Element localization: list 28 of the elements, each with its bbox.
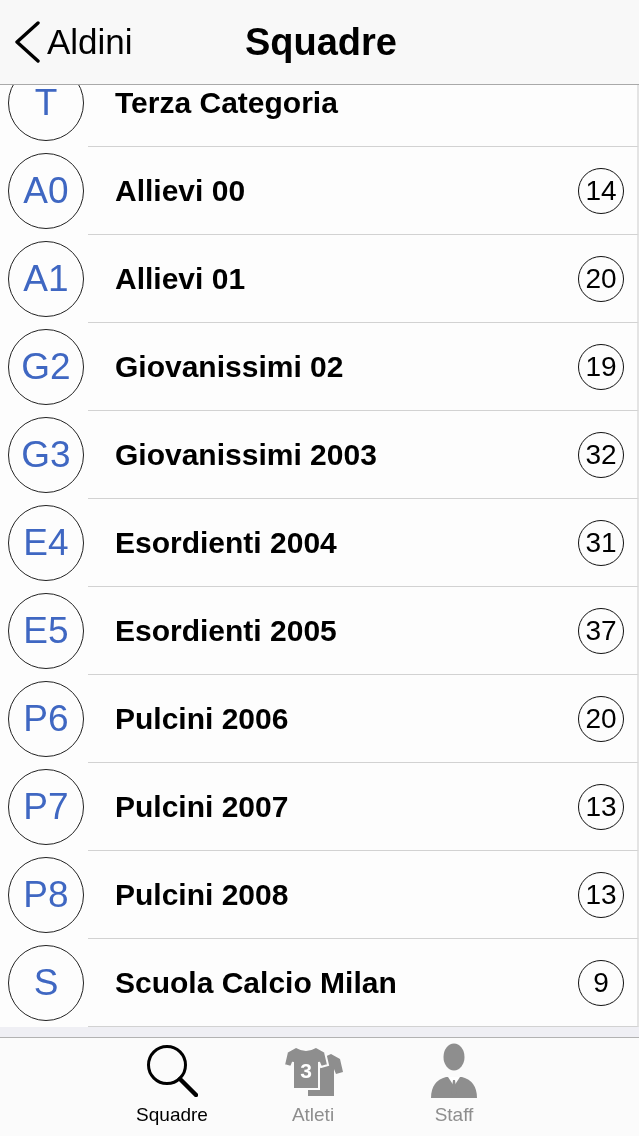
team-row[interactable]: G2 Giovanissimi 02 19 [0,323,639,411]
back-button[interactable]: Aldini [13,21,133,63]
team-row[interactable]: P7 Pulcini 2007 13 [0,763,639,851]
team-name: Scuola Calcio Milan [115,965,398,1000]
team-name: Esordienti 2004 [115,525,338,560]
team-row[interactable]: E5 Esordienti 2005 37 [0,587,639,675]
team-row[interactable]: A1 Allievi 01 20 [0,235,639,323]
team-name: Pulcini 2008 [115,877,290,912]
team-row[interactable]: E4 Esordienti 2004 31 [0,499,639,587]
team-name: Giovanissimi 2003 [115,437,378,472]
nav-title: Squadre [244,20,397,64]
team-name: Terza Categoria [115,85,339,120]
team-name: Pulcini 2007 [115,789,290,824]
team-name: Allievi 00 [115,173,247,208]
team-row[interactable]: P6 Pulcini 2006 20 [0,675,639,763]
chevron-left-icon [13,21,41,63]
tab-button[interactable]: Squadre [101,1038,243,1136]
search-icon [146,1043,198,1097]
team-row[interactable]: P8 Pulcini 2008 13 [0,851,639,939]
team-row[interactable]: T Terza Categoria [0,85,639,147]
team-name: Pulcini 2006 [115,701,290,736]
person-icon [431,1042,477,1098]
team-name: Allievi 01 [115,261,247,296]
team-name: Giovanissimi 02 [115,349,345,384]
team-row[interactable]: A0 Allievi 00 14 [0,147,639,235]
team-row[interactable]: S Scuola Calcio Milan 9 [0,939,639,1027]
team-name: Esordienti 2005 [115,613,338,648]
team-row[interactable]: G3 Giovanissimi 2003 32 [0,411,639,499]
